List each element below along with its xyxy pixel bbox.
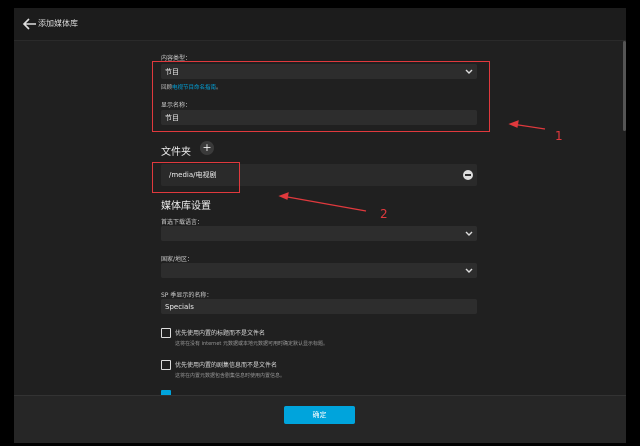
language-select[interactable] <box>161 226 477 241</box>
embedded-title-checkbox[interactable] <box>161 328 171 338</box>
embedded-episode-label: 优先使用内置的剧集信息而不是文件名 <box>175 362 278 369</box>
dialog-title: 添加媒体库 <box>38 19 78 28</box>
annotation-box-2 <box>152 162 240 193</box>
country-select[interactable] <box>161 263 477 278</box>
language-label: 首选下载语言： <box>161 219 204 226</box>
country-label: 国家/地区： <box>161 256 194 263</box>
embedded-title-label: 优先使用内置的标题而不是文件名 <box>175 330 266 337</box>
chevron-down-icon <box>465 231 473 236</box>
embedded-episode-checkbox[interactable] <box>161 360 171 370</box>
back-arrow-icon[interactable] <box>22 17 38 31</box>
specials-input[interactable]: Specials <box>161 299 477 314</box>
annotation-box-1 <box>152 61 490 132</box>
embedded-title-hint: 这将在没有 internet 元数据或本地元数据可用时确定默认显示标题。 <box>175 341 328 347</box>
annotation-label-1: 1 <box>555 129 563 143</box>
chevron-down-icon <box>465 268 473 273</box>
add-folder-button[interactable]: + <box>200 141 214 155</box>
folders-heading: 文件夹 <box>161 147 191 158</box>
annotation-label-2: 2 <box>380 207 388 221</box>
specials-value: Specials <box>165 302 194 311</box>
scrollbar[interactable] <box>623 41 626 131</box>
dialog-header: 添加媒体库 <box>14 8 626 41</box>
embedded-episode-hint: 这将在内置元数据包含剧集信息时使用内置信息。 <box>175 373 286 379</box>
specials-label: SP 季显示的名称： <box>161 292 213 299</box>
library-settings-heading: 媒体库设置 <box>161 201 211 212</box>
ok-button[interactable]: 确定 <box>284 406 355 424</box>
remove-folder-icon[interactable] <box>463 170 473 180</box>
dialog-footer: 确定 <box>14 395 626 443</box>
